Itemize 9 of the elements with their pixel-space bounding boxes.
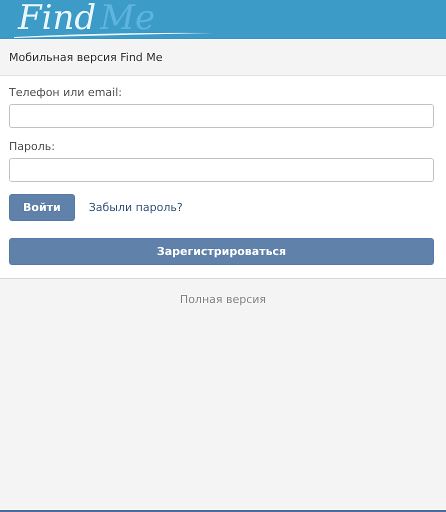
login-button[interactable]: Войти (9, 194, 75, 221)
full-version-link[interactable]: Полная версия (180, 293, 266, 306)
register-button[interactable]: Зарегистрироваться (9, 238, 434, 265)
input-field[interactable] (9, 158, 434, 182)
subtitle: Мобильная версия Find Me (9, 50, 163, 64)
field-label: Телефон или email: (9, 86, 123, 99)
forgot-password-link[interactable]: Забыли пароль? (88, 201, 183, 214)
field-label: Пароль: (9, 140, 56, 153)
input-field[interactable] (9, 104, 434, 128)
